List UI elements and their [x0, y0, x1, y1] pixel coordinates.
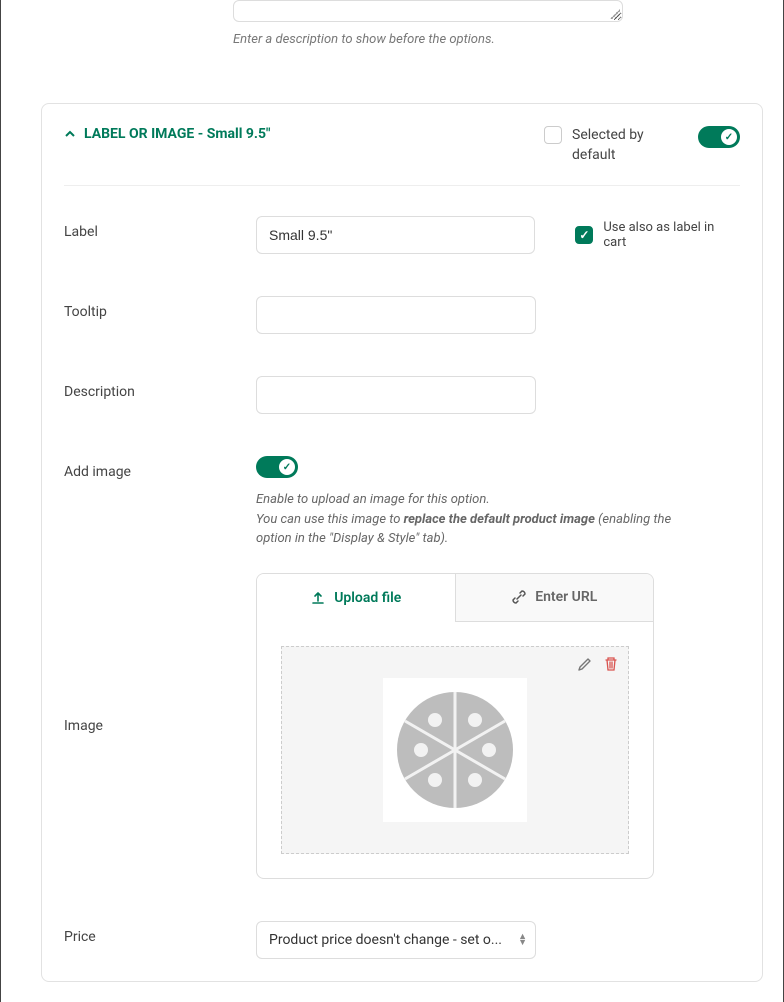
edit-image-button[interactable] [576, 655, 594, 673]
tab-upload-file[interactable]: Upload file [257, 574, 455, 622]
panel-enabled-toggle[interactable] [698, 126, 740, 148]
description-field-label: Description [64, 376, 256, 414]
add-image-hint: Enable to upload an image for this optio… [256, 490, 696, 549]
tooltip-input[interactable] [256, 296, 536, 334]
price-select[interactable]: Product price doesn't change - set o... … [256, 921, 536, 959]
label-field-label: Label [64, 216, 256, 254]
description-hint: Enter a description to show before the o… [233, 32, 763, 47]
description-input[interactable] [256, 376, 536, 414]
tooltip-field-label: Tooltip [64, 296, 256, 334]
link-icon [511, 589, 527, 605]
use-as-cart-label-text: Use also as label in cart [603, 220, 740, 250]
add-image-toggle[interactable] [256, 456, 298, 478]
price-field-label: Price [64, 921, 256, 959]
image-preview [383, 678, 527, 822]
selected-by-default-label: Selected by default [572, 126, 684, 165]
image-field-label: Image [64, 718, 256, 734]
trash-icon [603, 656, 619, 672]
use-as-cart-label-checkbox[interactable] [575, 226, 593, 244]
pencil-icon [577, 656, 593, 672]
description-textarea[interactable] [233, 0, 623, 22]
panel-toggle-collapse[interactable]: LABEL OR IMAGE - Small 9.5" [64, 126, 270, 142]
label-input[interactable] [256, 216, 535, 254]
select-arrows-icon: ▲▼ [518, 934, 527, 946]
image-drop-area[interactable] [281, 646, 629, 854]
selected-by-default-checkbox[interactable] [544, 126, 562, 144]
pizza-icon [393, 688, 517, 812]
chevron-up-icon [64, 128, 76, 140]
upload-icon [310, 590, 326, 606]
add-image-field-label: Add image [64, 456, 256, 549]
delete-image-button[interactable] [602, 655, 620, 673]
tab-enter-url[interactable]: Enter URL [455, 574, 654, 622]
